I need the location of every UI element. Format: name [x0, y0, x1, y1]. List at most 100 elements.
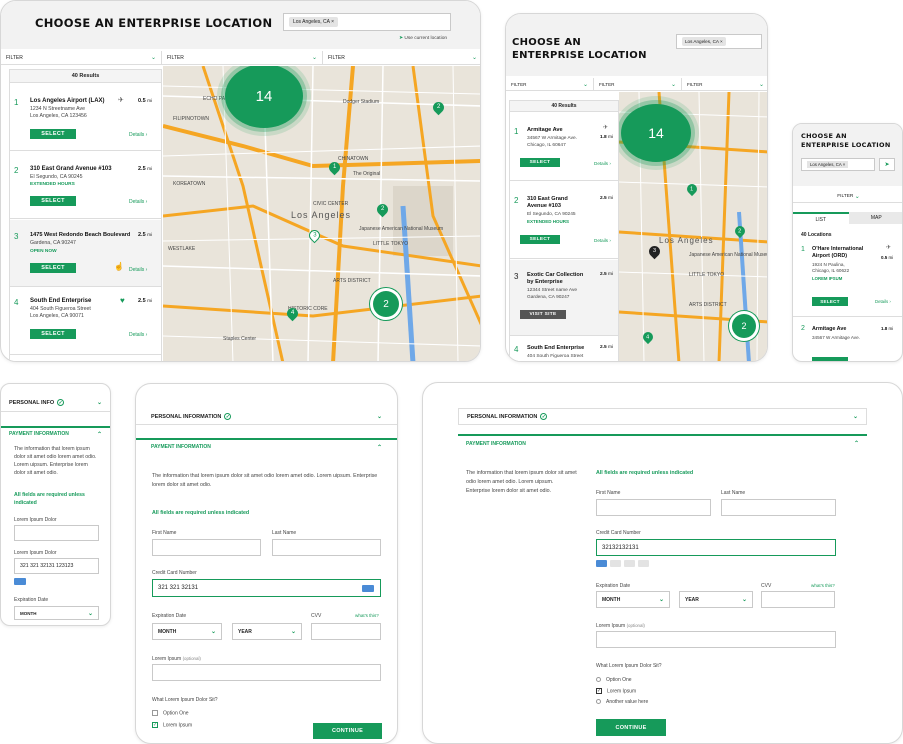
details-link[interactable]: Details › — [594, 161, 611, 166]
radio[interactable] — [596, 699, 601, 705]
select-button[interactable]: SELECT — [520, 158, 560, 167]
filter-dropdown-1[interactable]: FILTER ⌄ — [506, 78, 594, 90]
result-item[interactable]: 2 310 East Grand Avenue #103 El Segundo,… — [10, 152, 161, 219]
distance-unit: mi — [147, 232, 152, 237]
map-cluster-small[interactable]: 2 — [732, 314, 756, 338]
optional-field[interactable] — [152, 664, 381, 681]
payment-info-header[interactable]: PAYMENT INFORMATION ⌃ — [458, 434, 867, 451]
first-name-field[interactable] — [152, 539, 261, 556]
remove-chip-icon[interactable]: × — [331, 19, 334, 25]
result-item[interactable]: 4 South End Enterprise 404 South Figuero… — [510, 337, 618, 361]
map-label: LITTLE TOKYO — [373, 241, 409, 247]
result-item-selected[interactable]: 3 Exotic Car Collection by Enterprise 123… — [510, 260, 618, 336]
option-two-checkbox[interactable]: ✓ Lorem Ipsum — [152, 722, 192, 728]
result-item-hovered[interactable]: 3 1475 West Redondo Beach Boulevard Gard… — [10, 220, 161, 287]
visit-site-button[interactable]: VISIT SITE — [520, 310, 566, 319]
location-map[interactable]: Los Angeles LITTLE TOKYO ARTS DISTRICT J… — [619, 92, 767, 361]
filter-dropdown-3[interactable]: FILTER ⌄ — [682, 78, 767, 90]
location-search-input[interactable]: Los Angeles, CA × — [676, 34, 762, 49]
filter-dropdown[interactable]: FILTER ⌄ — [793, 190, 902, 203]
payment-info-header[interactable]: PAYMENT INFORMATION ⌃ — [136, 438, 397, 454]
location-search-input[interactable]: Los Angeles, CA × — [283, 13, 451, 31]
map-cluster-small[interactable]: 2 — [373, 291, 399, 317]
last-name-field[interactable] — [721, 499, 836, 516]
result-item[interactable]: 2 310 East Grand Avenue #103 El Segundo, … — [510, 182, 618, 259]
search-chip-text: Los Angeles, CA — [810, 162, 842, 167]
search-chip[interactable]: Los Angeles, CA × — [289, 17, 339, 27]
results-count: 40 Results — [510, 101, 618, 112]
filter-dropdown-2[interactable]: FILTER ⌄ — [162, 51, 323, 64]
personal-info-header[interactable]: PERSONAL INFORMATION ✓ ⌄ — [458, 408, 867, 425]
month-select[interactable]: MONTH ⌄ — [596, 591, 670, 608]
select-button[interactable]: SELECT — [30, 129, 76, 139]
option-two-checkbox[interactable]: ✓ Lorem Ipsum — [596, 688, 636, 694]
details-link[interactable]: Details › — [875, 299, 891, 304]
use-current-location-link[interactable]: ➤ Use current location — [399, 36, 447, 41]
details-link[interactable]: Details › — [129, 132, 147, 138]
month-select[interactable]: MONTH ⌄ — [152, 623, 222, 640]
tab-list[interactable]: LIST — [793, 212, 849, 224]
whats-this-link[interactable]: what's this? — [811, 583, 835, 588]
use-current-location-button[interactable]: ➤ — [879, 158, 895, 171]
month-value: MONTH — [602, 596, 621, 603]
personal-info-header[interactable]: PERSONAL INFO ✓ ⌄ — [1, 394, 110, 412]
cc-number-field[interactable]: 32132132131 — [596, 539, 836, 556]
cvv-field[interactable] — [311, 623, 381, 640]
select-button[interactable]: SELECT — [812, 297, 848, 306]
option-label: Option One — [606, 677, 632, 683]
cvv-field[interactable] — [761, 591, 835, 608]
location-map[interactable]: Los Angeles ECHO PARK FILIPINOTOWN CHINA… — [163, 66, 480, 361]
details-link[interactable]: Details › — [594, 238, 611, 243]
option-three-radio[interactable]: Another value here — [596, 699, 648, 705]
select-button[interactable]: SELECT — [520, 235, 560, 244]
details-link[interactable]: Details › — [129, 267, 147, 273]
filter-dropdown-1[interactable]: FILTER ⌄ — [1, 51, 162, 64]
location-search-input[interactable]: Los Angeles, CA × — [801, 158, 875, 171]
heart-icon[interactable]: ♥ — [120, 296, 125, 305]
personal-info-header[interactable]: PERSONAL INFORMATION ✓ ⌄ — [136, 409, 397, 425]
select-button[interactable]: SELECT — [30, 329, 76, 339]
card-number-field[interactable]: 321 321 32131 123123 — [14, 558, 99, 574]
payment-info-header[interactable]: PAYMENT INFORMATION ⌃ — [1, 426, 110, 440]
year-select[interactable]: YEAR ⌄ — [679, 591, 753, 608]
tab-map[interactable]: MAP — [848, 212, 902, 224]
last-name-field[interactable] — [272, 539, 381, 556]
result-item[interactable]: 4 South End Enterprise 404 South Figuero… — [10, 288, 161, 355]
first-name-field[interactable] — [596, 499, 711, 516]
map-cluster-large[interactable]: 14 — [225, 66, 303, 128]
select-button[interactable]: SELECT — [30, 263, 76, 273]
select-button-partial[interactable] — [812, 357, 848, 361]
cc-number-field[interactable]: 321 321 32131 — [152, 579, 381, 597]
result-item[interactable]: 1 Armitage Ave 34567 W Armitage Ave. Chic… — [510, 113, 618, 181]
distance-value: 2.5 — [138, 166, 146, 172]
month-select[interactable]: MONTH ⌄ — [14, 606, 99, 620]
continue-button[interactable]: CONTINUE — [313, 723, 382, 739]
optional-field[interactable] — [596, 631, 836, 648]
checkbox-checked[interactable]: ✓ — [152, 722, 158, 728]
personal-info-label: PERSONAL INFO ✓ — [9, 399, 65, 406]
result-item[interactable]: 1 Los Angeles Airport (LAX) 1234 N Stree… — [10, 84, 161, 151]
search-chip[interactable]: Los Angeles, CA × — [807, 161, 849, 168]
filter-dropdown-2[interactable]: FILTER ⌄ — [594, 78, 682, 90]
result-name-line-1: Exotic Car Collection — [527, 272, 584, 278]
whats-this-link[interactable]: what's this? — [355, 613, 379, 618]
continue-button[interactable]: CONTINUE — [596, 719, 666, 736]
select-button[interactable]: SELECT — [30, 196, 76, 206]
expiration-label: Expiration Date — [596, 583, 631, 589]
radio[interactable] — [596, 677, 601, 683]
details-link[interactable]: Details › — [129, 199, 147, 205]
result-name: Armitage Ave — [527, 127, 563, 133]
year-select[interactable]: YEAR ⌄ — [232, 623, 302, 640]
filter-dropdown-3[interactable]: FILTER ⌄ — [323, 51, 480, 64]
text-field[interactable] — [14, 525, 99, 541]
title-line-2: ENTERPRISE LOCATION — [801, 141, 891, 149]
details-link[interactable]: Details › — [129, 332, 147, 338]
status-badge: EXTENDED HOURS — [527, 219, 570, 224]
search-chip[interactable]: Los Angeles, CA × — [682, 37, 726, 46]
checkbox-checked[interactable]: ✓ — [596, 688, 602, 694]
map-cluster-large[interactable]: 14 — [621, 104, 691, 162]
checkbox[interactable] — [152, 710, 158, 716]
option-one-radio[interactable]: Option One — [596, 677, 632, 683]
option-one-checkbox[interactable]: Option One — [152, 710, 189, 716]
map-city-label: Los Angeles — [291, 210, 352, 220]
